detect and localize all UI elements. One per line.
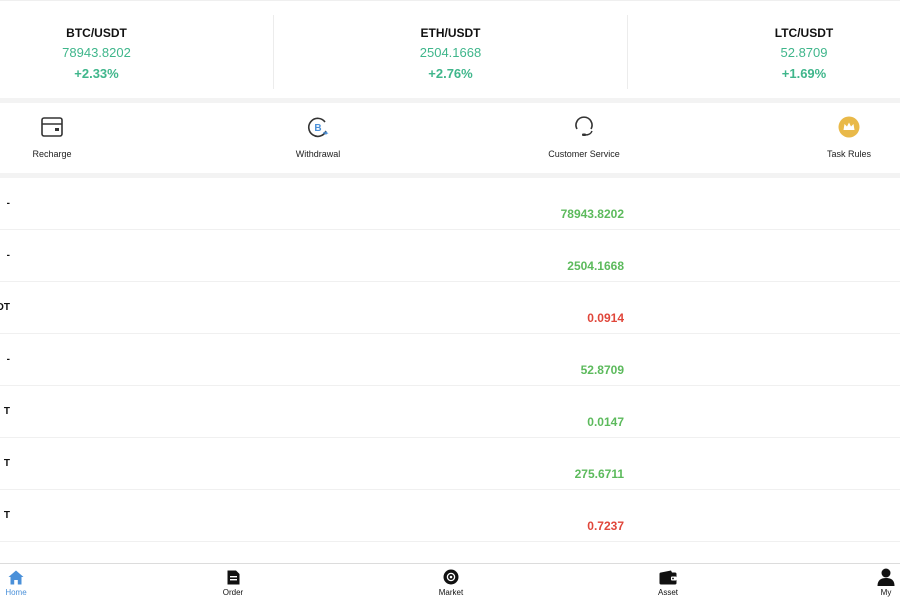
market-symbol: T <box>3 510 10 521</box>
customer-service-button[interactable]: Customer Service <box>519 103 649 159</box>
home-icon <box>7 568 25 586</box>
svg-text:B: B <box>314 123 321 134</box>
market-symbol: DT <box>0 302 10 313</box>
crown-icon <box>837 115 861 139</box>
market-row[interactable]: - 78943.8202 <box>0 178 900 230</box>
market-symbol: T <box>3 406 10 417</box>
task-rules-label: Task Rules <box>826 149 871 159</box>
wallet-card-icon <box>40 115 64 139</box>
tab-my[interactable]: My <box>856 566 900 597</box>
tab-home[interactable]: Home <box>0 566 46 597</box>
recharge-label: Recharge <box>32 149 72 159</box>
market-symbol: - <box>6 250 10 261</box>
recharge-button[interactable]: Recharge <box>0 103 117 159</box>
market-price: 2504.1668 <box>567 259 624 273</box>
ticker-price: 2504.1668 <box>419 45 482 60</box>
tab-asset[interactable]: Asset <box>638 566 698 597</box>
ticker-pair: ETH/USDT <box>420 26 481 40</box>
ticker-btc[interactable]: BTC/USDT 78943.8202 +2.33% <box>0 15 274 89</box>
market-price: 0.7237 <box>587 519 624 533</box>
tab-market[interactable]: Market <box>421 566 481 597</box>
ticker-pair: BTC/USDT <box>66 26 127 40</box>
ticker-pair: LTC/USDT <box>774 26 834 40</box>
ticker-eth[interactable]: ETH/USDT 2504.1668 +2.76% <box>274 15 628 89</box>
market-row[interactable]: - 2504.1668 <box>0 230 900 282</box>
ticker-strip: BTC/USDT 78943.8202 +2.33% ETH/USDT 2504… <box>0 0 900 98</box>
document-icon <box>224 568 242 586</box>
tab-asset-label: Asset <box>657 588 678 597</box>
market-symbol: T <box>3 458 10 469</box>
tab-order[interactable]: Order <box>203 566 263 597</box>
user-icon <box>877 568 895 586</box>
market-row[interactable]: T 275.6711 <box>0 438 900 490</box>
market-symbol: - <box>6 198 10 209</box>
withdrawal-label: Withdrawal <box>295 149 341 159</box>
market-price: 275.6711 <box>574 467 624 481</box>
tab-my-label: My <box>880 588 892 597</box>
bottom-tab-bar: Home Order Market Asset My <box>0 563 900 600</box>
market-price: 52.8709 <box>580 363 624 377</box>
tab-market-label: Market <box>438 588 464 597</box>
market-row[interactable]: T 0.0147 <box>0 386 900 438</box>
market-list: - 78943.8202 - 2504.1668 DT 0.0914 - 52.… <box>0 178 900 542</box>
market-price: 0.0147 <box>587 415 624 429</box>
task-rules-button[interactable]: Task Rules <box>784 103 900 159</box>
headset-icon <box>572 115 596 139</box>
market-price: 0.0914 <box>587 311 624 325</box>
wallet-icon <box>659 568 677 586</box>
quick-actions: Recharge B Withdrawal Customer Service T… <box>0 103 900 173</box>
market-row[interactable]: DT 0.0914 <box>0 282 900 334</box>
market-row[interactable]: T 0.7237 <box>0 490 900 542</box>
ticker-change: +1.69% <box>781 66 827 81</box>
ticker-change: +2.33% <box>74 66 119 81</box>
withdrawal-button[interactable]: B Withdrawal <box>253 103 383 159</box>
bitcoin-withdraw-icon: B <box>306 115 330 139</box>
ticker-price: 52.8709 <box>780 45 828 60</box>
market-symbol: - <box>6 354 10 365</box>
ticker-change: +2.76% <box>428 66 473 81</box>
ticker-price: 78943.8202 <box>62 45 131 60</box>
market-circle-icon <box>442 568 460 586</box>
customer-service-label: Customer Service <box>548 149 620 159</box>
market-price: 78943.8202 <box>560 207 624 221</box>
tab-order-label: Order <box>222 588 244 597</box>
market-row[interactable]: - 52.8709 <box>0 334 900 386</box>
ticker-ltc[interactable]: LTC/USDT 52.8709 +1.69% <box>628 15 900 89</box>
tab-home-label: Home <box>5 588 27 597</box>
